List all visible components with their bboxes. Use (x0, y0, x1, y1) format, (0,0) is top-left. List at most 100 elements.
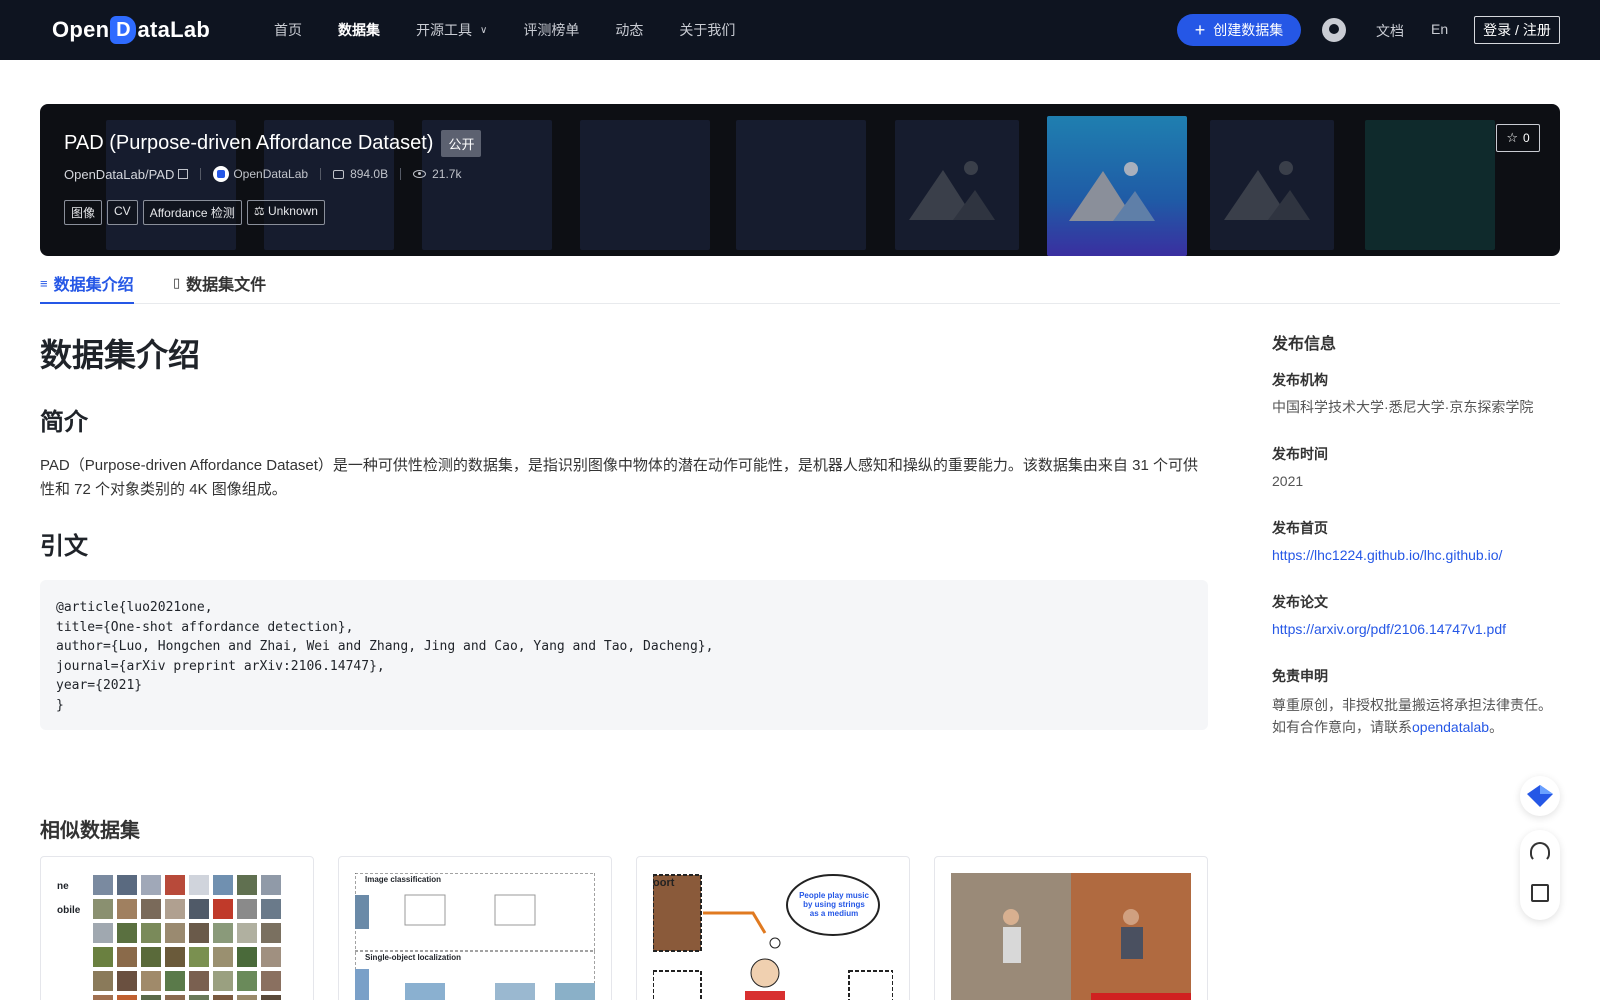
floating-toolbar (1520, 830, 1560, 920)
citation-text: @article{luo2021one, title={One-shot aff… (56, 600, 714, 713)
card-thumb-text: oort (653, 877, 675, 889)
create-dataset-button[interactable]: + 创建数据集 (1177, 14, 1301, 46)
dataset-title: PAD (Purpose-driven Affordance Dataset) (64, 132, 434, 154)
github-icon[interactable] (1322, 18, 1346, 42)
similar-dataset-card[interactable]: ne obile (40, 856, 314, 1000)
card-thumb-text: obile (57, 905, 81, 916)
tag-list: 图像 CV Affordance 检测 ⚖ Unknown (64, 200, 330, 225)
tab-intro[interactable]: ≡ 数据集介绍 (40, 270, 134, 304)
logo-text-atalab: ataLab (137, 17, 211, 42)
login-button[interactable]: 登录 / 注册 (1474, 16, 1560, 44)
view-count: 21.7k (432, 167, 462, 181)
logo[interactable]: Open DataLab (52, 14, 210, 46)
task-diagram-thumbnail (355, 873, 595, 1000)
paper-link[interactable]: https://arxiv.org/pdf/2106.14747v1.pdf (1272, 618, 1506, 640)
copy-icon[interactable] (178, 169, 189, 179)
contact-link[interactable]: opendatalab (1412, 719, 1489, 735)
dataset-meta: OpenDataLab/PAD OpenDataLab 894.0B 21.7k (64, 166, 461, 182)
diamond-icon (1527, 785, 1553, 807)
intro-heading: 简介 (40, 409, 88, 436)
card-thumbnail (951, 873, 1191, 1000)
docs-link[interactable]: 文档 (1376, 21, 1404, 41)
headset-icon[interactable] (1530, 842, 1550, 862)
tag-affordance[interactable]: Affordance 检测 (142, 200, 242, 225)
org-name[interactable]: OpenDataLab (233, 167, 308, 181)
banner-thumbnail (895, 120, 1019, 250)
database-icon: ≡ (40, 275, 48, 291)
star-icon: ☆ (1506, 130, 1518, 145)
time-label: 发布时间 (1272, 446, 1328, 462)
create-dataset-label: 创建数据集 (1213, 22, 1284, 38)
card-thumb-text: Single-object localization (365, 953, 462, 962)
plus-icon: + (1194, 20, 1206, 40)
nav-menu: 首页 数据集 开源工具 ∨ 评测榜单 动态 关于我们 (274, 0, 771, 60)
card-thumbnail: Image classification Single-object local… (355, 873, 595, 1000)
card-thumb-text: People play music by using strings as a … (799, 891, 869, 918)
scale-icon: ⚖ (253, 204, 268, 218)
card-thumbnail: ne obile (57, 873, 297, 1000)
homepage-label: 发布首页 (1272, 520, 1328, 536)
banner-thumbnail (736, 120, 866, 250)
dataset-banner: PAD (Purpose-driven Affordance Dataset) … (40, 104, 1560, 256)
card-thumbnail: oort People play music by using strings … (653, 873, 893, 1000)
edit-icon[interactable] (1531, 884, 1549, 902)
climbing-photo-thumbnail (951, 873, 1191, 1000)
tag-license[interactable]: ⚖ Unknown (246, 200, 325, 225)
disclaimer-line-1: 尊重原创，非授权批量搬运将承担法律责任。 (1272, 697, 1552, 713)
ai-assistant-button[interactable] (1520, 776, 1560, 816)
org-avatar (213, 166, 230, 182)
language-toggle[interactable]: En (1431, 21, 1448, 37)
eye-icon (413, 170, 427, 178)
disclaimer-prefix: 如有合作意向，请联系 (1272, 719, 1412, 735)
citation-heading: 引文 (40, 533, 88, 560)
banner-thumbnail-highlight (1047, 116, 1187, 256)
similar-dataset-card[interactable]: oort People play music by using strings … (636, 856, 910, 1000)
tag-image[interactable]: 图像 (64, 200, 103, 225)
homepage-link[interactable]: https://lhc1224.github.io/lhc.github.io/ (1272, 544, 1502, 566)
banner-thumbnail (1210, 120, 1334, 250)
image-placeholder-icon (1224, 161, 1310, 220)
org-value: 中国科学技术大学·悉尼大学·京东探索学院 (1272, 399, 1534, 415)
time-value: 2021 (1272, 473, 1304, 489)
nav-tools[interactable]: 开源工具 ∨ (416, 20, 487, 40)
disclaimer-suffix: 。 (1489, 719, 1504, 735)
card-thumb-text: ne (57, 881, 69, 892)
license-label: Unknown (267, 204, 318, 218)
divider (400, 168, 402, 180)
star-button[interactable]: ☆ 0 (1496, 124, 1540, 152)
divider (200, 168, 202, 180)
logo-text-open: Open (52, 17, 110, 42)
org-label: 发布机构 (1272, 372, 1328, 388)
nav-leaderboard[interactable]: 评测榜单 (523, 20, 579, 40)
tab-intro-label: 数据集介绍 (53, 277, 134, 294)
tab-files[interactable]: ▯ 数据集文件 (173, 270, 266, 296)
tab-bar: ≡ 数据集介绍 ▯ 数据集文件 (40, 262, 1560, 304)
image-grid-thumbnail (93, 875, 281, 1000)
similar-datasets-heading: 相似数据集 (40, 820, 140, 842)
nav-about[interactable]: 关于我们 (679, 20, 735, 40)
logo-d-mark: D (110, 16, 137, 44)
visibility-badge: 公开 (441, 130, 482, 157)
sidebar-title: 发布信息 (1272, 336, 1337, 353)
dataset-title-row: PAD (Purpose-driven Affordance Dataset) … (64, 130, 482, 157)
disclaimer-line-2: 如有合作意向，请联系opendatalab。 (1272, 716, 1503, 738)
nav-datasets[interactable]: 数据集 (338, 20, 380, 40)
nav-tools-label: 开源工具 (416, 22, 472, 38)
similar-dataset-card[interactable]: Image classification Single-object local… (338, 856, 612, 1000)
repo-name: OpenDataLab/PAD (64, 166, 175, 182)
banner-thumbnail (1365, 120, 1495, 250)
card-thumb-text: Image classification (365, 875, 442, 884)
tag-cv[interactable]: CV (107, 200, 138, 225)
disclaimer-label: 免责申明 (1272, 668, 1328, 684)
similar-dataset-card[interactable] (934, 856, 1208, 1000)
page-title: 数据集介绍 (40, 337, 201, 373)
tab-files-label: 数据集文件 (186, 277, 267, 294)
publish-info-sidebar: 发布信息 发布机构 中国科学技术大学·悉尼大学·京东探索学院 发布时间 2021… (1272, 330, 1562, 735)
disk-icon (333, 169, 345, 179)
nav-home[interactable]: 首页 (274, 20, 302, 40)
top-nav: Open DataLab 首页 数据集 开源工具 ∨ 评测榜单 动态 关于我们 + … (0, 0, 1600, 60)
divider (320, 168, 322, 180)
paper-label: 发布论文 (1272, 594, 1328, 610)
nav-news[interactable]: 动态 (615, 20, 643, 40)
file-icon: ▯ (173, 275, 181, 290)
